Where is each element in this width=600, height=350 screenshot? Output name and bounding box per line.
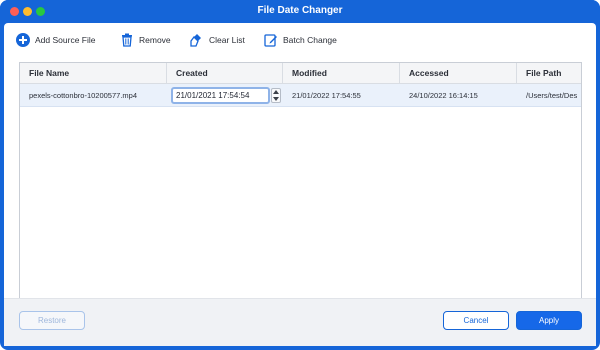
clear-list-button[interactable]: Clear List	[190, 31, 245, 49]
chevron-up-icon[interactable]	[272, 89, 280, 95]
column-header-file-path[interactable]: File Path	[517, 63, 581, 84]
column-header-file-name[interactable]: File Name	[20, 63, 167, 84]
trash-icon	[120, 33, 134, 47]
app-window: File Date Changer Add Source File Remove	[0, 0, 600, 350]
table-row[interactable]: pexels-cottonbro-10200577.mp4 21/01/2022…	[20, 84, 581, 107]
column-header-accessed[interactable]: Accessed	[400, 63, 517, 84]
column-header-modified[interactable]: Modified	[283, 63, 400, 84]
file-table: File Name Created Modified Accessed File…	[19, 62, 582, 308]
chevron-down-icon[interactable]	[272, 96, 280, 102]
plus-circle-icon	[16, 33, 30, 47]
batch-change-button[interactable]: Batch Change	[264, 31, 337, 49]
add-source-file-button[interactable]: Add Source File	[16, 31, 95, 49]
restore-button[interactable]: Restore	[19, 311, 85, 330]
footer-bar: Restore Cancel Apply	[4, 298, 596, 346]
clear-list-label: Clear List	[209, 35, 245, 45]
toolbar: Add Source File Remove Clear List Batch …	[4, 23, 596, 58]
batch-edit-icon	[264, 33, 278, 47]
created-date-field[interactable]	[171, 87, 270, 104]
apply-button[interactable]: Apply	[516, 311, 582, 330]
clear-list-icon	[190, 33, 204, 47]
table-header: File Name Created Modified Accessed File…	[20, 63, 581, 84]
cancel-button[interactable]: Cancel	[443, 311, 509, 330]
created-date-stepper[interactable]	[271, 88, 281, 103]
cell-accessed: 24/10/2022 16:14:15	[409, 91, 478, 100]
remove-button[interactable]: Remove	[120, 31, 171, 49]
window-title: File Date Changer	[257, 5, 343, 16]
cell-modified: 21/01/2022 17:54:55	[292, 91, 361, 100]
main-content: Add Source File Remove Clear List Batch …	[4, 23, 596, 346]
cell-file-path: /Users/test/Des	[526, 91, 578, 100]
batch-change-label: Batch Change	[283, 35, 337, 45]
title-bar: File Date Changer	[0, 0, 600, 23]
column-header-created[interactable]: Created	[167, 63, 283, 84]
cell-file-name: pexels-cottonbro-10200577.mp4	[29, 91, 137, 100]
remove-label: Remove	[139, 35, 171, 45]
add-source-file-label: Add Source File	[35, 35, 96, 45]
